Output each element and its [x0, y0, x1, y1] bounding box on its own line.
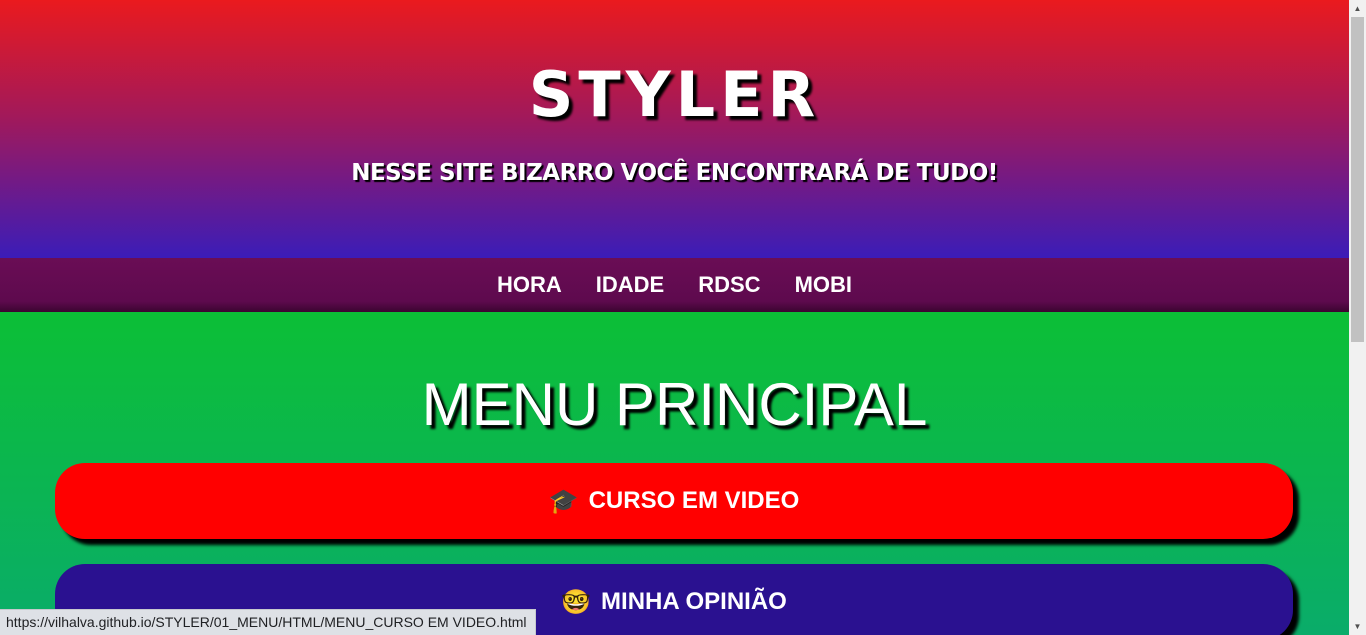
site-logo: STYLER: [528, 58, 821, 131]
main-content: MENU PRINCIPAL 🎓 CURSO EM VIDEO 🤓 MINHA …: [0, 312, 1349, 635]
scrollbar-thumb[interactable]: [1351, 17, 1364, 342]
main-nav: HORA IDADE RDSC MOBI: [0, 258, 1349, 312]
status-bar-url: https://vilhalva.github.io/STYLER/01_MEN…: [0, 609, 536, 635]
nav-item-mobi[interactable]: MOBI: [795, 272, 852, 298]
scroll-down-arrow-icon[interactable]: ▼: [1349, 618, 1366, 635]
site-tagline: NESSE SITE BIZARRO VOCÊ ENCONTRARÁ DE TU…: [351, 160, 998, 186]
page-title: MENU PRINCIPAL: [421, 371, 928, 438]
minha-opiniao-label: MINHA OPINIÃO: [601, 588, 787, 615]
nerd-face-icon: 🤓: [561, 588, 592, 616]
graduation-cap-icon: 🎓: [548, 487, 579, 515]
page: STYLER NESSE SITE BIZARRO VOCÊ ENCONTRAR…: [0, 0, 1349, 635]
nav-item-rdsc[interactable]: RDSC: [698, 272, 760, 298]
nav-item-hora[interactable]: HORA: [497, 272, 562, 298]
nav-item-idade[interactable]: IDADE: [596, 272, 664, 298]
site-header: STYLER NESSE SITE BIZARRO VOCÊ ENCONTRAR…: [0, 0, 1349, 258]
scroll-up-arrow-icon[interactable]: ▲: [1349, 0, 1366, 17]
vertical-scrollbar[interactable]: ▲ ▼: [1349, 0, 1366, 635]
curso-em-video-label: CURSO EM VIDEO: [588, 487, 800, 514]
curso-em-video-button[interactable]: 🎓 CURSO EM VIDEO: [55, 463, 1293, 539]
